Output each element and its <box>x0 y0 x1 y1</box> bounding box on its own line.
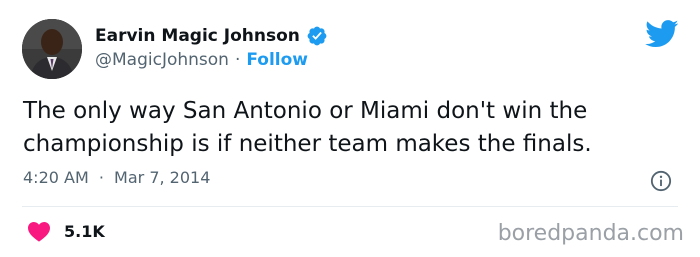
tweet-date: Mar 7, 2014 <box>114 168 211 187</box>
like-button[interactable]: 5.1K <box>27 220 105 242</box>
tweet-timestamp[interactable]: 4:20 AM · Mar 7, 2014 <box>23 168 210 187</box>
author-name-line: Earvin Magic Johnson <box>95 24 328 48</box>
avatar-photo <box>22 19 82 79</box>
heart-icon <box>28 222 50 242</box>
display-name[interactable]: Earvin Magic Johnson <box>95 26 300 46</box>
handle-line: @MagicJohnson · Follow <box>95 50 308 70</box>
separator: · <box>234 50 241 70</box>
author-handle[interactable]: @MagicJohnson <box>95 50 229 70</box>
info-icon[interactable] <box>650 170 672 192</box>
like-count: 5.1K <box>64 221 105 241</box>
watermark: boredpanda.com <box>497 221 684 246</box>
twitter-bird-icon[interactable] <box>645 20 679 48</box>
avatar[interactable] <box>22 19 82 79</box>
tweet-time: 4:20 AM <box>23 168 89 187</box>
divider <box>22 206 678 207</box>
separator: · <box>98 168 104 187</box>
follow-button[interactable]: Follow <box>246 50 308 70</box>
tweet-card: Earvin Magic Johnson @MagicJohnson · Fol… <box>0 0 700 257</box>
verified-badge-icon <box>307 26 327 46</box>
tweet-text: The only way San Antonio or Miami don't … <box>23 98 592 157</box>
